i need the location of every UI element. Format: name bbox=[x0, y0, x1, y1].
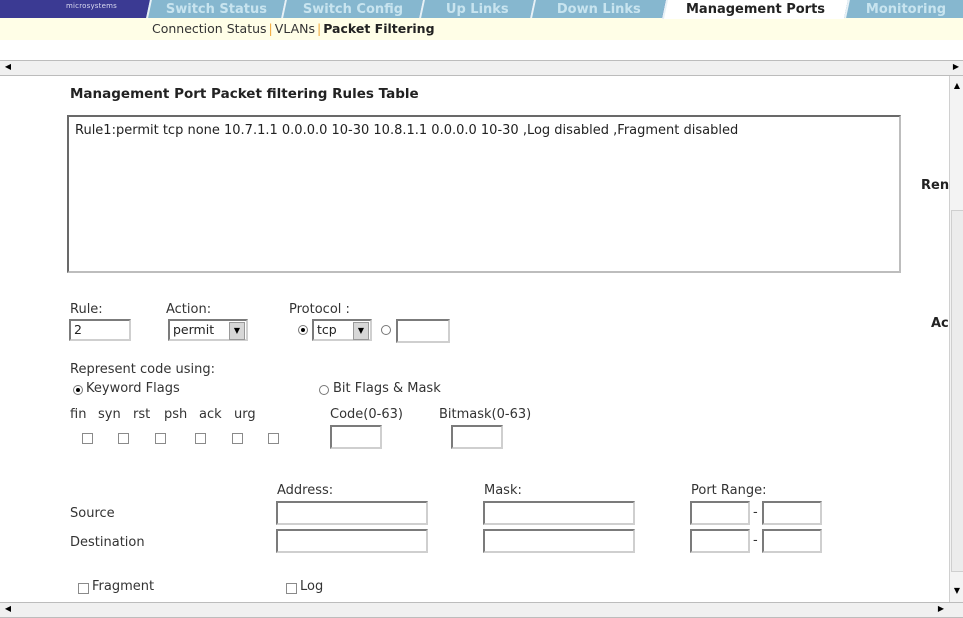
source-label: Source bbox=[70, 506, 115, 521]
flag-checkbox-psh[interactable] bbox=[195, 433, 206, 444]
chevron-down-icon: ▼ bbox=[353, 322, 369, 340]
fragment-label: Fragment bbox=[92, 579, 155, 594]
subnav-packet-filtering[interactable]: Packet Filtering bbox=[323, 21, 434, 36]
address-label: Address: bbox=[277, 483, 334, 498]
rules-table-title: Management Port Packet filtering Rules T… bbox=[70, 86, 419, 102]
action-select-value: permit bbox=[173, 322, 215, 337]
rule-number-input[interactable]: 2 bbox=[69, 319, 131, 341]
tab-up-links[interactable]: Up Links bbox=[419, 0, 534, 18]
protocol-custom-radio[interactable] bbox=[381, 325, 391, 335]
represent-code-label: Represent code using: bbox=[70, 362, 215, 377]
code-label: Code(0-63) bbox=[330, 407, 403, 422]
flag-label-syn: syn bbox=[98, 407, 121, 422]
flag-checkbox-syn[interactable] bbox=[118, 433, 129, 444]
log-label: Log bbox=[300, 579, 324, 594]
flag-label-fin: fin bbox=[70, 407, 87, 422]
bottom-horizontal-scrollbar[interactable] bbox=[0, 602, 963, 618]
rules-list[interactable]: Rule1:permit tcp none 10.7.1.1 0.0.0.0 1… bbox=[67, 115, 901, 273]
tab-monitoring[interactable]: Monitoring bbox=[844, 0, 963, 18]
sub-navigation: Connection Status | VLANs | Packet Filtering bbox=[152, 20, 435, 38]
subnav-vlans[interactable]: VLANs bbox=[275, 21, 315, 36]
flag-checkbox-fin[interactable] bbox=[82, 433, 93, 444]
protocol-label: Protocol : bbox=[289, 302, 350, 317]
scroll-right-arrow-icon[interactable]: ▶ bbox=[935, 603, 947, 615]
destination-port-start-input[interactable] bbox=[690, 529, 750, 553]
rule-row[interactable]: Rule1:permit tcp none 10.7.1.1 0.0.0.0 1… bbox=[75, 123, 893, 138]
flag-checkbox-ack[interactable] bbox=[232, 433, 243, 444]
rule-label: Rule: bbox=[70, 302, 103, 317]
mask-label: Mask: bbox=[484, 483, 522, 498]
destination-port-range-dash: - bbox=[753, 533, 758, 548]
subnav-separator: | bbox=[268, 21, 273, 36]
action-label: Action: bbox=[166, 302, 212, 317]
source-address-input[interactable] bbox=[276, 501, 428, 525]
scroll-right-arrow-icon[interactable]: ▶ bbox=[950, 61, 962, 73]
port-range-label: Port Range: bbox=[691, 483, 767, 498]
bitmask-label: Bitmask(0-63) bbox=[439, 407, 532, 422]
tab-management-ports[interactable]: Management Ports bbox=[661, 0, 849, 19]
flag-checkbox-rst[interactable] bbox=[155, 433, 166, 444]
protocol-select-value: tcp bbox=[317, 322, 337, 337]
scroll-left-arrow-icon[interactable]: ◀ bbox=[2, 603, 14, 615]
remove-button[interactable]: Ren bbox=[921, 178, 949, 193]
log-checkbox[interactable] bbox=[286, 583, 297, 594]
source-port-end-input[interactable] bbox=[762, 501, 822, 525]
flag-checkbox-urg[interactable] bbox=[268, 433, 279, 444]
subnav-connection-status[interactable]: Connection Status bbox=[152, 21, 267, 36]
fragment-checkbox[interactable] bbox=[78, 583, 89, 594]
flag-label-urg: urg bbox=[234, 407, 256, 422]
destination-mask-input[interactable] bbox=[483, 529, 635, 553]
flag-label-ack: ack bbox=[199, 407, 222, 422]
source-port-start-input[interactable] bbox=[690, 501, 750, 525]
scroll-left-arrow-icon[interactable]: ◀ bbox=[2, 61, 14, 73]
tab-switch-status[interactable]: Switch Status bbox=[146, 0, 285, 18]
flag-label-psh: psh bbox=[164, 407, 188, 422]
protocol-preset-radio[interactable] bbox=[298, 325, 308, 335]
source-mask-input[interactable] bbox=[483, 501, 635, 525]
protocol-number-input[interactable] bbox=[396, 319, 450, 343]
protocol-select[interactable]: tcp ▼ bbox=[312, 319, 372, 341]
tab-switch-config[interactable]: Switch Config bbox=[281, 0, 423, 18]
action-select[interactable]: permit ▼ bbox=[168, 319, 248, 341]
flag-label-rst: rst bbox=[133, 407, 151, 422]
bit-flags-radio[interactable] bbox=[319, 385, 329, 395]
bit-flags-label: Bit Flags & Mask bbox=[333, 381, 441, 396]
destination-label: Destination bbox=[70, 535, 145, 550]
add-button[interactable]: Ac bbox=[931, 316, 949, 331]
subnav-separator: | bbox=[316, 21, 322, 36]
vertical-scrollbar-thumb[interactable] bbox=[951, 210, 963, 572]
scroll-up-arrow-icon[interactable]: ▲ bbox=[951, 80, 963, 92]
keyword-flags-label: Keyword Flags bbox=[86, 381, 180, 396]
code-input[interactable] bbox=[330, 425, 382, 449]
brand-logo: microsystems bbox=[66, 2, 117, 10]
keyword-flags-radio[interactable] bbox=[73, 385, 83, 395]
top-horizontal-scrollbar[interactable] bbox=[0, 60, 963, 76]
chevron-down-icon: ▼ bbox=[229, 322, 245, 340]
tab-down-links[interactable]: Down Links bbox=[530, 0, 666, 18]
destination-port-end-input[interactable] bbox=[762, 529, 822, 553]
scroll-down-arrow-icon[interactable]: ▼ bbox=[951, 585, 963, 597]
destination-address-input[interactable] bbox=[276, 529, 428, 553]
bitmask-input[interactable] bbox=[451, 425, 503, 449]
source-port-range-dash: - bbox=[753, 505, 758, 520]
